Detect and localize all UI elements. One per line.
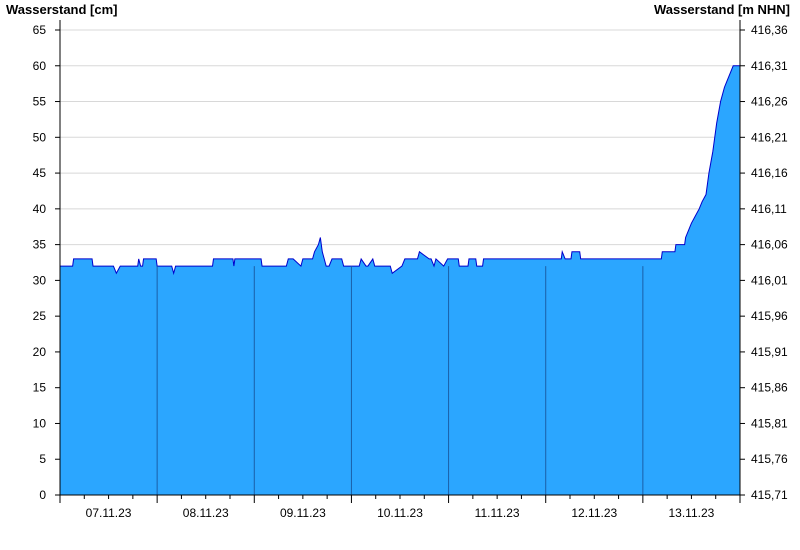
y2-tick-label: 415,91 bbox=[751, 345, 788, 359]
y-tick-label: 45 bbox=[33, 166, 47, 180]
x-tick-label: 13.11.23 bbox=[669, 506, 715, 520]
y-tick-label: 15 bbox=[33, 381, 47, 395]
x-tick-label: 09.11.23 bbox=[280, 506, 326, 520]
water-level-area bbox=[60, 65, 740, 496]
x-tick-label: 07.11.23 bbox=[86, 506, 132, 520]
water-level-line bbox=[60, 65, 740, 276]
y2-tick-label: 416,31 bbox=[751, 59, 788, 73]
y2-tick-label: 416,01 bbox=[751, 273, 788, 287]
y2-tick-label: 416,21 bbox=[751, 130, 788, 144]
y2-tick-label: 415,71 bbox=[751, 488, 788, 502]
y2-tick-label: 416,36 bbox=[751, 23, 788, 37]
y-tick-label: 35 bbox=[33, 238, 47, 252]
right-y-axis: 415,71 415,76 415,81 415,86 415,91 415,96 416,… bbox=[740, 23, 788, 502]
y-tick-label: 25 bbox=[33, 309, 47, 323]
y-tick-label: 5 bbox=[39, 452, 46, 466]
y2-tick-label: 415,76 bbox=[751, 452, 788, 466]
y2-tick-label: 415,81 bbox=[751, 416, 788, 430]
x-tick-label: 10.11.23 bbox=[377, 506, 423, 520]
x-axis: 07.11.23 08.11.23 09.11.23 10.11.23 11.11.23… bbox=[59, 495, 741, 520]
y2-tick-label: 415,96 bbox=[751, 309, 788, 323]
plot-area bbox=[60, 65, 740, 496]
right-axis-title: Wasserstand [m NHN] bbox=[654, 2, 790, 17]
left-y-axis: 0 5 10 15 20 25 30 35 40 45 50 55 60 65 bbox=[33, 23, 60, 502]
y-tick-label: 20 bbox=[33, 345, 47, 359]
x-tick-label: 12.11.23 bbox=[571, 506, 617, 520]
y2-tick-label: 416,16 bbox=[751, 166, 788, 180]
y-tick-label: 65 bbox=[33, 23, 47, 37]
y-tick-label: 60 bbox=[33, 59, 47, 73]
y-tick-label: 40 bbox=[33, 202, 47, 216]
y-tick-label: 10 bbox=[33, 416, 47, 430]
water-level-chart: Wasserstand [cm] Wasserstand [m NHN] 0 5 1… bbox=[6, 2, 790, 520]
y2-tick-label: 416,11 bbox=[751, 202, 787, 216]
y-tick-label: 0 bbox=[39, 488, 46, 502]
y2-tick-label: 415,86 bbox=[751, 381, 788, 395]
x-tick-label: 11.11.23 bbox=[475, 506, 520, 520]
left-axis-title: Wasserstand [cm] bbox=[6, 2, 118, 17]
y-tick-label: 55 bbox=[33, 95, 47, 109]
y-tick-label: 30 bbox=[33, 273, 47, 287]
y2-tick-label: 416,26 bbox=[751, 95, 788, 109]
x-tick-label: 08.11.23 bbox=[183, 506, 229, 520]
y-tick-label: 50 bbox=[33, 130, 47, 144]
y2-tick-label: 416,06 bbox=[751, 238, 788, 252]
